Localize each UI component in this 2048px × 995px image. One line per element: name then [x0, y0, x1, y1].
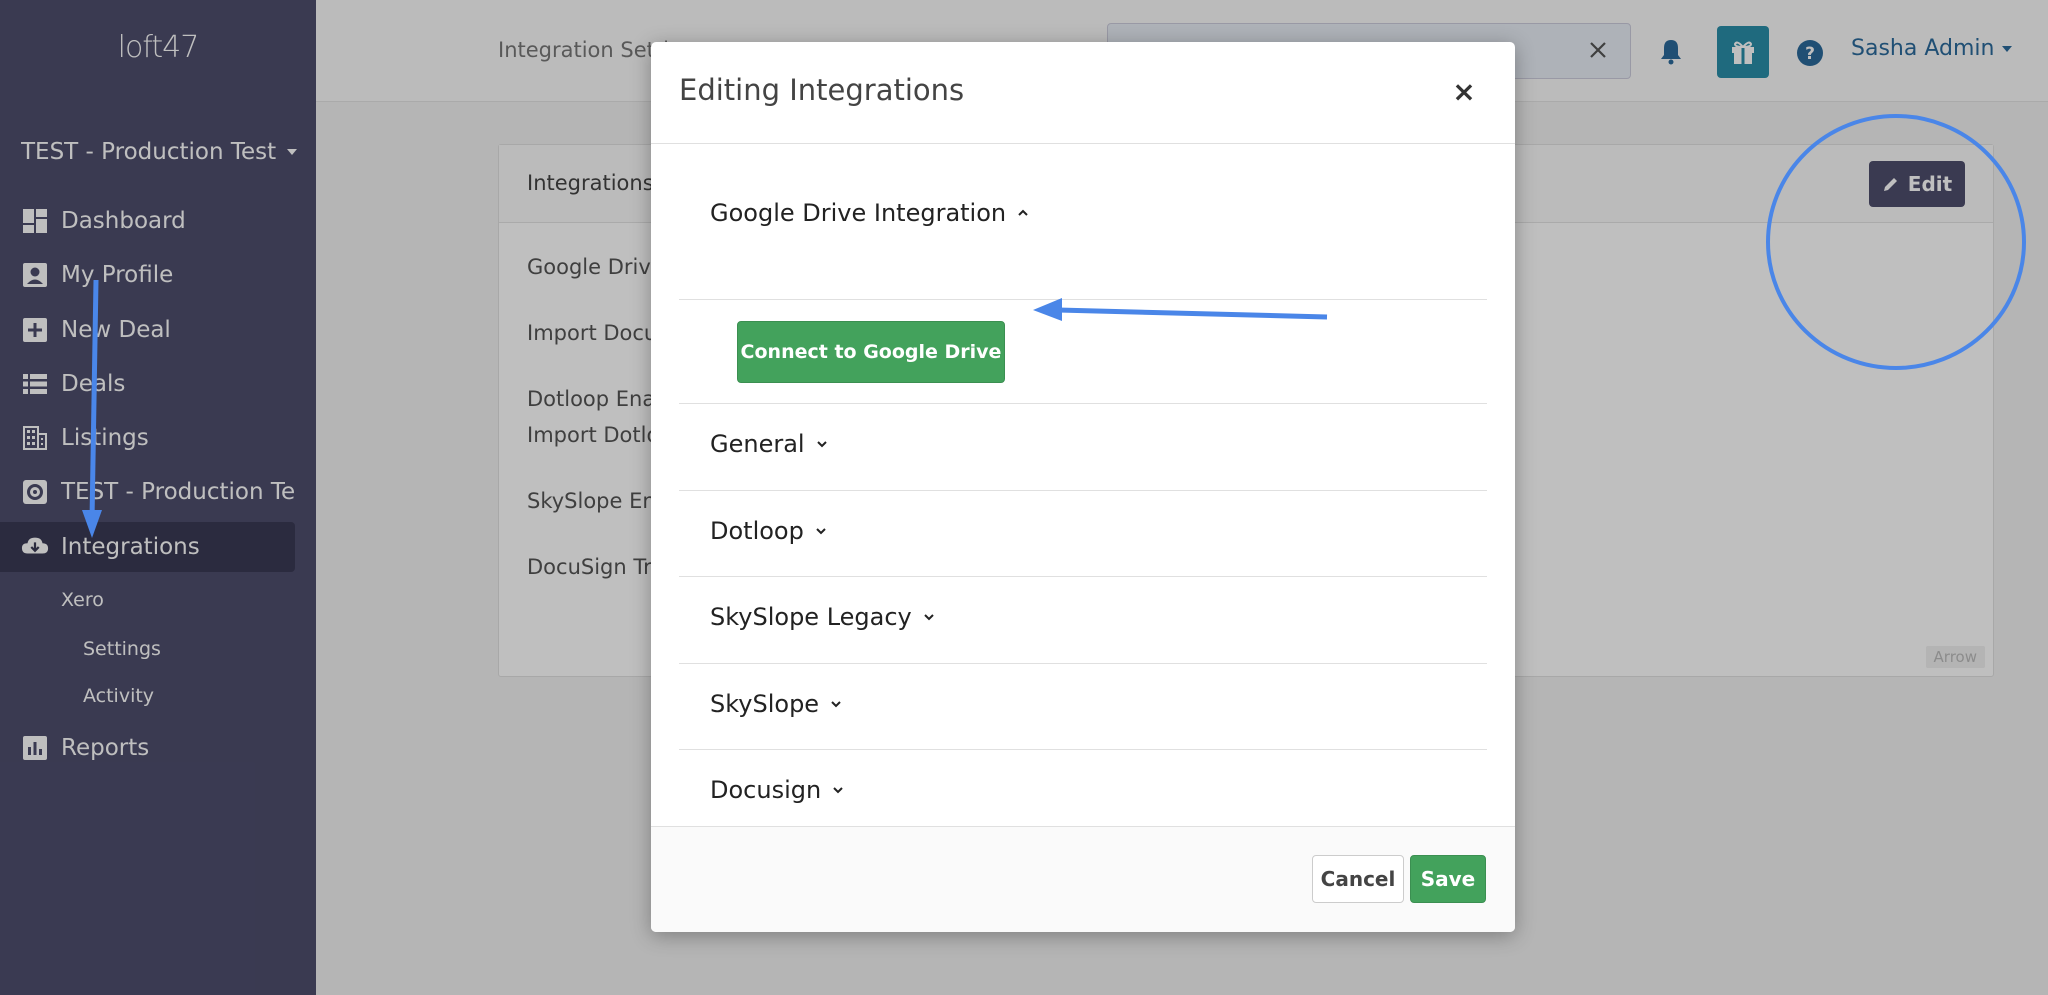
modal-footer: Cancel Save — [651, 826, 1515, 932]
section-toggle-general[interactable]: General — [710, 430, 829, 458]
save-button[interactable]: Save — [1410, 855, 1486, 903]
connect-google-drive-button[interactable]: Connect to Google Drive — [737, 321, 1005, 383]
modal-header: Editing Integrations × — [651, 42, 1515, 144]
section-label: Docusign — [710, 776, 822, 804]
section-toggle-skyslope[interactable]: SkySlope — [710, 690, 843, 718]
modal-title: Editing Integrations — [679, 73, 965, 107]
section-label: SkySlope Legacy — [710, 603, 912, 631]
chevron-up-icon — [1018, 209, 1028, 216]
section-skyslope: SkySlope — [679, 664, 1487, 750]
section-dotloop: Dotloop — [679, 491, 1487, 577]
chevron-down-icon — [833, 787, 843, 794]
section-toggle-docusign[interactable]: Docusign — [710, 776, 845, 804]
modal-body: Google Drive Integration Connect to Goog… — [679, 144, 1487, 836]
section-label: SkySlope — [710, 690, 820, 718]
section-label: Google Drive Integration — [710, 199, 1007, 227]
section-label: General — [710, 430, 805, 458]
section-toggle-skyslope-legacy[interactable]: SkySlope Legacy — [710, 603, 936, 631]
chevron-down-icon — [924, 614, 934, 621]
chevron-down-icon — [816, 441, 827, 448]
section-toggle-dotloop[interactable]: Dotloop — [710, 517, 828, 545]
close-icon[interactable]: × — [1449, 75, 1479, 108]
section-toggle-google-drive[interactable]: Google Drive Integration — [710, 199, 1030, 227]
section-docusign: Docusign — [679, 750, 1487, 836]
section-skyslope-legacy: SkySlope Legacy — [679, 577, 1487, 664]
cancel-button[interactable]: Cancel — [1312, 855, 1404, 903]
chevron-down-icon — [816, 528, 826, 535]
section-general: General — [679, 404, 1487, 491]
section-google-drive: Google Drive Integration — [679, 144, 1487, 300]
chevron-down-icon — [831, 701, 841, 708]
section-label: Dotloop — [710, 517, 804, 545]
editing-integrations-modal: Editing Integrations × Google Drive Inte… — [651, 42, 1515, 932]
